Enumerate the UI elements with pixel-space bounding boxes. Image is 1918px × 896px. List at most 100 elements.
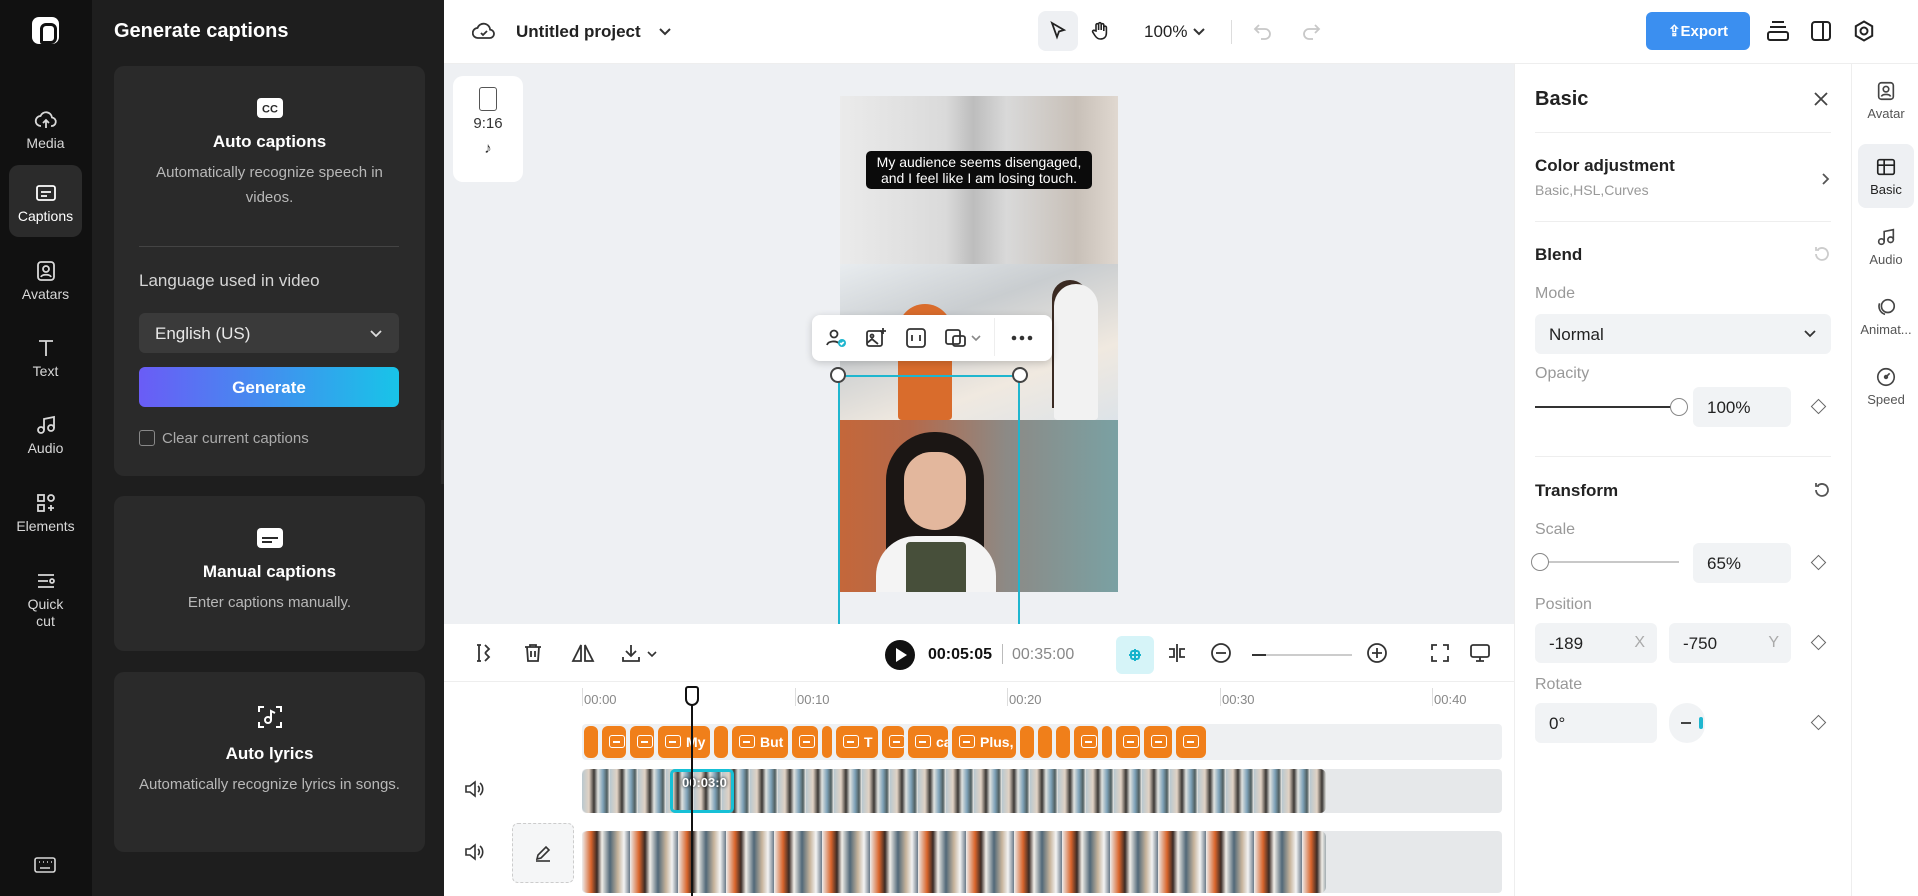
tab-speed[interactable]: Speed <box>1858 354 1914 418</box>
chevron-down-icon[interactable] <box>970 332 982 344</box>
nav-item-elements[interactable]: Elements <box>9 475 82 547</box>
scale-input[interactable]: 65% <box>1693 543 1791 583</box>
caption-clip[interactable]: T <box>836 726 878 758</box>
redo-icon[interactable] <box>1300 21 1322 41</box>
edit-track-button[interactable] <box>512 823 574 883</box>
slider-thumb[interactable] <box>1670 398 1688 416</box>
mode-value: Normal <box>1549 325 1604 344</box>
opacity-input[interactable]: 100% <box>1693 387 1791 427</box>
resize-handle[interactable] <box>1012 367 1028 383</box>
keyframe-icon[interactable] <box>1810 634 1827 651</box>
generate-button[interactable]: Generate <box>139 367 399 407</box>
keyframe-icon[interactable] <box>1810 554 1827 571</box>
reset-icon[interactable] <box>1813 481 1831 499</box>
rotate-dial[interactable] <box>1669 703 1705 743</box>
clear-captions-checkbox[interactable] <box>139 430 155 446</box>
track-volume-icon[interactable] <box>464 780 484 798</box>
tab-animation[interactable]: Animat... <box>1858 284 1914 348</box>
caption-clip[interactable]: Plus, ’ <box>952 726 1016 758</box>
caption-clip[interactable] <box>1102 726 1112 758</box>
nav-item-text[interactable]: Text <box>9 320 82 392</box>
caption-clip[interactable] <box>1056 726 1070 758</box>
cloud-sync-icon[interactable] <box>472 20 496 42</box>
undo-icon[interactable] <box>1252 21 1274 41</box>
nav-item-media[interactable]: Media <box>9 92 82 164</box>
reset-icon[interactable] <box>1813 245 1831 263</box>
nav-item-audio[interactable]: Audio <box>9 397 82 469</box>
clear-captions-option[interactable]: Clear current captions <box>139 430 309 447</box>
caption-clip[interactable] <box>714 726 728 758</box>
caption-clip[interactable] <box>1020 726 1034 758</box>
caption-clip[interactable] <box>602 726 626 758</box>
keyboard-shortcuts-icon[interactable] <box>34 857 56 873</box>
caption-clip[interactable]: But <box>732 726 788 758</box>
zoom-level[interactable]: 100% <box>1144 22 1187 42</box>
caption-clip[interactable] <box>1176 726 1206 758</box>
crop-icon[interactable] <box>904 326 928 350</box>
caption-clip[interactable] <box>1144 726 1172 758</box>
caption-clip[interactable] <box>1038 726 1052 758</box>
fullscreen-icon[interactable] <box>1429 642 1451 664</box>
caption-clip[interactable] <box>822 726 832 758</box>
zoom-out-icon[interactable] <box>1210 642 1232 664</box>
select-tool-button[interactable] <box>1038 11 1078 51</box>
settings-icon[interactable] <box>1853 20 1875 42</box>
position-x-input[interactable]: -189 X <box>1535 623 1657 663</box>
more-options-icon[interactable] <box>1010 328 1034 348</box>
download-icon[interactable] <box>620 642 642 664</box>
caption-clip[interactable]: ca <box>908 726 948 758</box>
chevron-down-icon[interactable] <box>646 648 658 660</box>
main-video-clips[interactable] <box>582 831 1326 893</box>
split-scene-icon[interactable] <box>1166 642 1188 664</box>
keyframe-icon[interactable] <box>1810 398 1827 415</box>
chevron-down-icon[interactable] <box>658 25 672 39</box>
caption-clip[interactable]: My <box>658 726 710 758</box>
add-image-icon[interactable] <box>864 326 888 350</box>
hand-tool-button[interactable] <box>1080 11 1120 51</box>
tab-avatar[interactable]: Avatar <box>1858 68 1914 132</box>
manual-captions-card[interactable]: Manual captions Enter captions manually. <box>114 496 425 651</box>
keyframe-icon[interactable] <box>1810 714 1827 731</box>
aspect-ratio-card[interactable]: 9:16 ♪ <box>453 76 523 182</box>
tab-basic[interactable]: Basic <box>1858 144 1914 208</box>
zoom-in-icon[interactable] <box>1366 642 1388 664</box>
play-button[interactable] <box>885 640 915 670</box>
panel-layout-icon[interactable] <box>1810 20 1832 42</box>
caption-clip[interactable] <box>1116 726 1140 758</box>
auto-lyrics-card[interactable]: Auto lyrics Automatically recognize lyri… <box>114 672 425 852</box>
caption-clip[interactable] <box>792 726 818 758</box>
nav-item-avatars[interactable]: Avatars <box>9 243 82 315</box>
slider-thumb[interactable] <box>1531 553 1549 571</box>
rotate-input[interactable]: 0° <box>1535 703 1657 743</box>
project-title[interactable]: Untitled project <box>516 22 641 42</box>
caption-clip[interactable] <box>1074 726 1098 758</box>
caption-clip[interactable] <box>630 726 654 758</box>
playhead[interactable] <box>691 686 693 896</box>
caption-overlay[interactable]: My audience seems disengaged, and I feel… <box>866 151 1092 189</box>
language-select[interactable]: English (US) <box>139 313 399 353</box>
selection-frame[interactable] <box>838 375 1020 635</box>
avatar-replace-icon[interactable] <box>824 326 848 350</box>
position-y-input[interactable]: -750 Y <box>1669 623 1791 663</box>
caption-clip[interactable] <box>882 726 904 758</box>
selected-clip[interactable]: 00:03:0 <box>670 769 734 813</box>
tab-audio[interactable]: Audio <box>1858 214 1914 278</box>
playhead-handle[interactable] <box>685 686 699 706</box>
export-button[interactable]: ⇪Export <box>1646 12 1750 50</box>
nav-item-captions[interactable]: Captions <box>9 165 82 237</box>
split-icon[interactable] <box>472 642 494 664</box>
mode-select[interactable]: Normal <box>1535 314 1831 354</box>
track-volume-icon[interactable] <box>464 843 484 861</box>
chevron-down-icon[interactable] <box>1192 25 1206 39</box>
delete-icon[interactable] <box>522 642 544 664</box>
auto-snap-button[interactable] <box>1116 636 1154 674</box>
background-remove-icon[interactable] <box>944 326 968 350</box>
nav-item-quick-cut[interactable]: Quick cut <box>9 553 82 637</box>
preview-window-icon[interactable] <box>1469 642 1491 664</box>
app-logo[interactable] <box>32 17 59 44</box>
layers-icon[interactable] <box>1766 20 1790 42</box>
resize-handle[interactable] <box>830 367 846 383</box>
caption-clip[interactable] <box>584 726 598 758</box>
close-icon[interactable] <box>1813 91 1829 107</box>
mirror-icon[interactable] <box>571 642 595 664</box>
